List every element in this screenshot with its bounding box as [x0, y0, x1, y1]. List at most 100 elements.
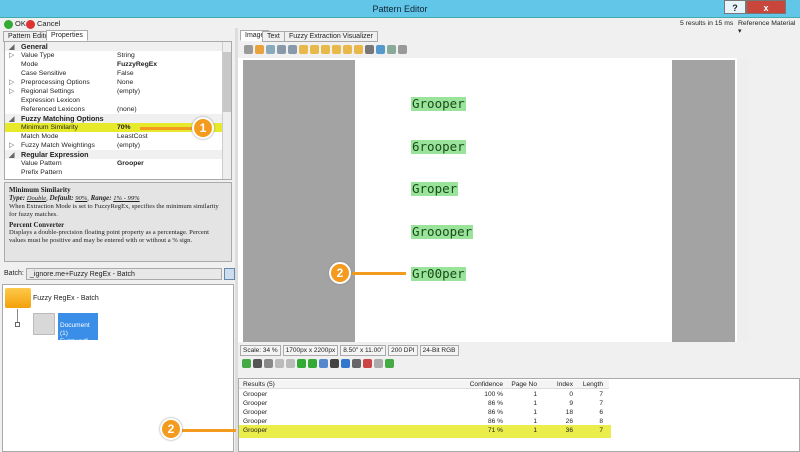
- ok-button[interactable]: OK: [4, 19, 26, 29]
- batch-selector[interactable]: _ignore.me+Fuzzy RegEx - Batch: [26, 268, 222, 280]
- toolbar-button-icon[interactable]: [354, 45, 363, 54]
- toolbar-button-icon[interactable]: [387, 45, 396, 54]
- property-row[interactable]: ▷ Regional Settings (empty): [5, 87, 223, 96]
- property-value[interactable]: Grooper: [117, 159, 144, 168]
- column-header[interactable]: Confidence: [467, 380, 503, 389]
- image-toolbar: [244, 45, 409, 56]
- property-row[interactable]: Referenced Lexicons (none): [5, 105, 223, 114]
- toolbar-button-icon[interactable]: [341, 359, 350, 368]
- toolbar-button-icon[interactable]: [330, 359, 339, 368]
- toolbar-button-icon[interactable]: [363, 359, 372, 368]
- result-row[interactable]: Grooper 86 % 1 26 8: [239, 417, 609, 426]
- expand-icon[interactable]: ▷: [9, 78, 14, 87]
- property-row[interactable]: Prefix Pattern: [5, 168, 223, 177]
- column-header[interactable]: Page No: [509, 380, 537, 389]
- reference-material-dropdown[interactable]: Reference Material ▾: [738, 20, 800, 35]
- toolbar-button-icon[interactable]: [398, 45, 407, 54]
- toolbar-button-icon[interactable]: [288, 45, 297, 54]
- property-value[interactable]: (none): [117, 105, 137, 114]
- close-button[interactable]: x: [746, 0, 786, 14]
- result-row[interactable]: Grooper 71 % 1 36 7: [239, 426, 609, 435]
- property-scrollbar[interactable]: [222, 42, 231, 179]
- property-category[interactable]: ◢ Fuzzy Matching Options: [5, 114, 223, 123]
- toolbar-button-icon[interactable]: [374, 359, 383, 368]
- callout-badge-2-results: 2: [160, 418, 182, 440]
- property-value[interactable]: 70%: [117, 123, 131, 132]
- property-row[interactable]: ▷ Fuzzy Match Weightings (empty): [5, 141, 223, 150]
- document-toolbar: [242, 359, 396, 370]
- tab-text[interactable]: Text: [262, 31, 285, 42]
- property-value[interactable]: None: [117, 78, 133, 87]
- property-value[interactable]: FuzzyRegEx: [117, 60, 157, 69]
- converter-title: Percent Converter: [9, 221, 65, 229]
- result-cell: 9: [569, 400, 573, 407]
- property-row[interactable]: Match Mode LeastCost: [5, 132, 223, 141]
- property-row[interactable]: ▷ Value Type String: [5, 51, 223, 60]
- toolbar-button-icon[interactable]: [332, 45, 341, 54]
- tree-document-item[interactable]: Document (1) Fuzzy.pdf: [58, 313, 98, 345]
- property-value[interactable]: (empty): [117, 141, 140, 150]
- toolbar-button-icon[interactable]: [376, 45, 385, 54]
- property-grid: ◢ General ▷ Value Type String Mode FuzzyRegEx C…: [4, 41, 232, 180]
- toolbar-button-icon[interactable]: [299, 45, 308, 54]
- result-row[interactable]: Grooper 100 % 1 0 7: [239, 390, 609, 399]
- property-value[interactable]: LeastCost: [117, 132, 148, 141]
- cancel-icon: [26, 19, 35, 29]
- expand-toggle[interactable]: [15, 322, 20, 327]
- property-value[interactable]: (empty): [117, 87, 140, 96]
- expand-icon[interactable]: ◢: [9, 150, 15, 159]
- property-name: Value Type: [21, 52, 55, 59]
- result-cell: 1: [533, 400, 537, 407]
- toolbar-button-icon[interactable]: [319, 359, 328, 368]
- column-header[interactable]: Index: [543, 380, 573, 389]
- expand-icon[interactable]: ◢: [9, 42, 15, 51]
- toolbar-button-icon[interactable]: [244, 45, 253, 54]
- expand-icon[interactable]: ◢: [9, 114, 15, 123]
- toolbar-button-icon[interactable]: [321, 45, 330, 54]
- result-cell: 7: [599, 391, 603, 398]
- toolbar-button-icon[interactable]: [242, 359, 251, 368]
- property-row[interactable]: ▷ Preprocessing Options None: [5, 78, 223, 87]
- tree-root-item[interactable]: Fuzzy RegEx - Batch: [33, 295, 99, 302]
- toolbar-button-icon[interactable]: [277, 45, 286, 54]
- toolbar-button-icon[interactable]: [343, 45, 352, 54]
- cancel-button[interactable]: Cancel: [26, 19, 60, 29]
- property-category[interactable]: ◢ Regular Expression: [5, 150, 223, 159]
- toolbar-button-icon[interactable]: [310, 45, 319, 54]
- property-row[interactable]: Mode FuzzyRegEx: [5, 60, 223, 69]
- expand-icon[interactable]: ▷: [9, 87, 14, 96]
- column-header[interactable]: Length: [577, 380, 603, 389]
- toolbar-button-icon[interactable]: [308, 359, 317, 368]
- property-row[interactable]: Case Sensitive False: [5, 69, 223, 78]
- property-value[interactable]: False: [117, 69, 134, 78]
- result-cell: 86 %: [487, 418, 503, 425]
- expand-icon[interactable]: ▷: [9, 141, 14, 150]
- property-name: Case Sensitive: [21, 70, 67, 77]
- toolbar-button-icon[interactable]: [297, 359, 306, 368]
- image-viewer[interactable]: [238, 58, 748, 342]
- toolbar-button-icon[interactable]: [365, 45, 374, 54]
- toolbar-button-icon[interactable]: [385, 359, 394, 368]
- toolbar-button-icon[interactable]: [286, 359, 295, 368]
- result-row[interactable]: Grooper 86 % 1 18 6: [239, 408, 609, 417]
- toolbar-button-icon[interactable]: [253, 359, 262, 368]
- property-row[interactable]: Expression Lexicon: [5, 96, 223, 105]
- batch-browse-button[interactable]: [224, 268, 235, 280]
- property-row[interactable]: Value Pattern Grooper: [5, 159, 223, 168]
- results-status: 5 results in 15 ms: [680, 20, 734, 27]
- property-value[interactable]: String: [117, 51, 135, 60]
- expand-icon[interactable]: ▷: [9, 51, 14, 60]
- toolbar-button-icon[interactable]: [275, 359, 284, 368]
- property-name: Fuzzy Matching Options: [21, 114, 104, 123]
- property-category[interactable]: ◢ General: [5, 42, 223, 51]
- toolbar-button-icon[interactable]: [255, 45, 264, 54]
- image-scrollbar[interactable]: [737, 58, 748, 342]
- toolbar-button-icon[interactable]: [264, 359, 273, 368]
- column-header[interactable]: Results (5): [243, 380, 275, 389]
- result-row[interactable]: Grooper 86 % 1 9 7: [239, 399, 609, 408]
- tab-properties[interactable]: Properties: [46, 30, 88, 41]
- toolbar-button-icon[interactable]: [352, 359, 361, 368]
- toolbar-button-icon[interactable]: [266, 45, 275, 54]
- help-button[interactable]: ?: [724, 0, 746, 14]
- tab-fuzzy-extraction-visualizer[interactable]: Fuzzy Extraction Visualizer: [284, 31, 378, 42]
